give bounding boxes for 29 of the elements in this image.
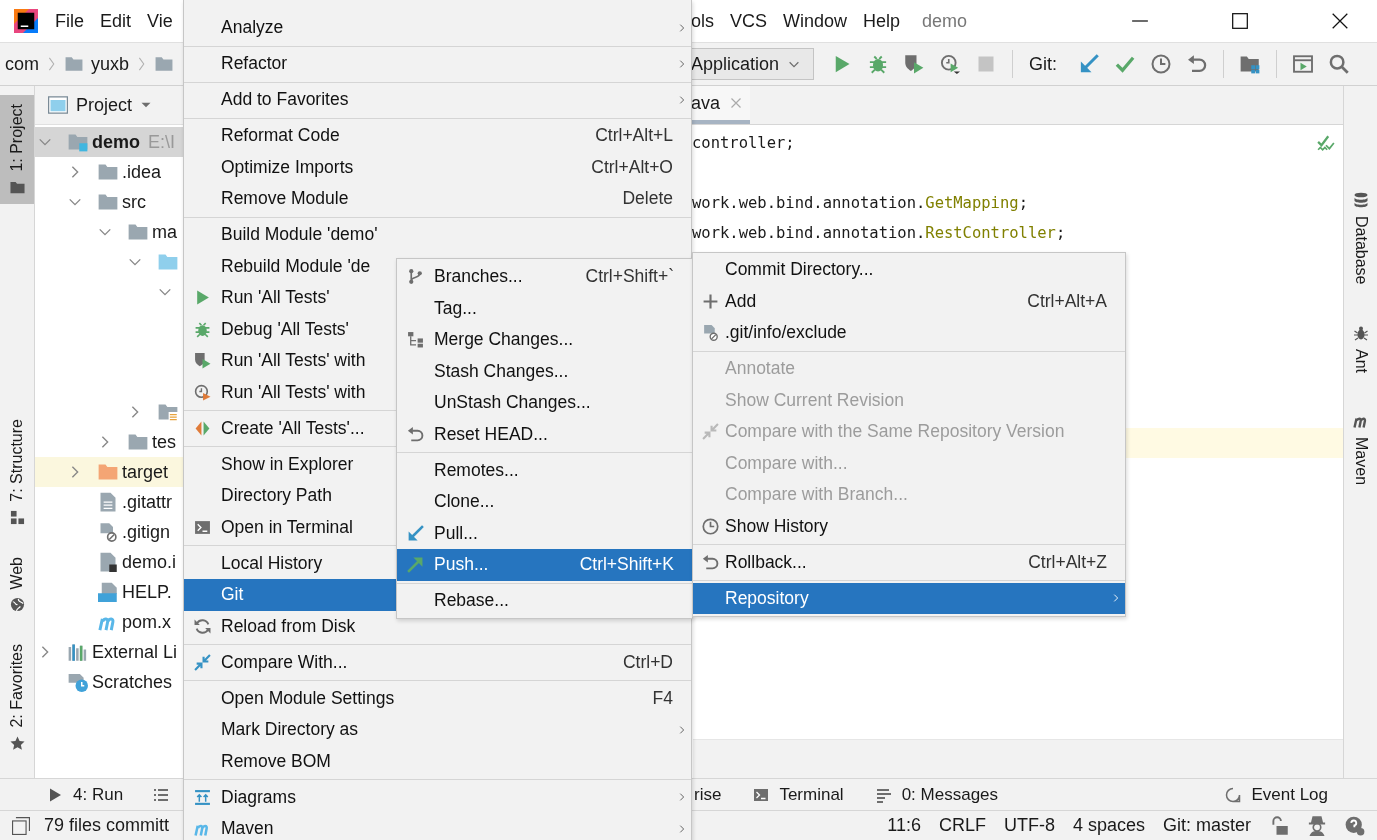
shortcut-text: Delete bbox=[622, 188, 673, 210]
code-line: controller; bbox=[692, 133, 795, 154]
shortcut-text: Ctrl+Shift+K bbox=[579, 554, 674, 576]
shortcut-text: Ctrl+Alt+L bbox=[595, 125, 673, 147]
tree-label: pom.x bbox=[122, 611, 172, 633]
tree-label: demo.i bbox=[122, 551, 177, 573]
shortcut-text: Ctrl+Alt+Z bbox=[1028, 551, 1107, 573]
shortcut-text: Ctrl+D bbox=[622, 651, 673, 673]
status-message: 79 files committ bbox=[44, 815, 170, 836]
tree-label: ma bbox=[152, 221, 177, 243]
tree-label: External Li bbox=[92, 641, 178, 663]
tree-label: target bbox=[122, 461, 169, 483]
tree-label: HELP. bbox=[122, 581, 172, 603]
shortcut-text: Ctrl+Shift+` bbox=[585, 266, 674, 288]
code-line: work.web.bind.annotation.RestController; bbox=[692, 223, 1066, 244]
shortcut-text: Ctrl+Alt+A bbox=[1027, 290, 1107, 312]
tree-label: .gitattr bbox=[122, 491, 173, 513]
tree-label: .idea bbox=[122, 161, 162, 183]
code-line: work.web.bind.annotation.GetMapping; bbox=[692, 193, 1028, 214]
tree-label: tes bbox=[152, 431, 176, 453]
shortcut-text: F4 bbox=[652, 687, 673, 709]
path-text: E:\I bbox=[148, 131, 176, 153]
tree-label: demo bbox=[92, 131, 140, 153]
tree-label: src bbox=[122, 191, 146, 213]
git-label: Git: bbox=[1029, 53, 1058, 75]
shortcut-text: Ctrl+Alt+O bbox=[591, 156, 673, 178]
project-name: demo bbox=[922, 10, 968, 32]
tree-label: Scratches bbox=[92, 671, 173, 693]
tree-label: .gitign bbox=[122, 521, 171, 543]
